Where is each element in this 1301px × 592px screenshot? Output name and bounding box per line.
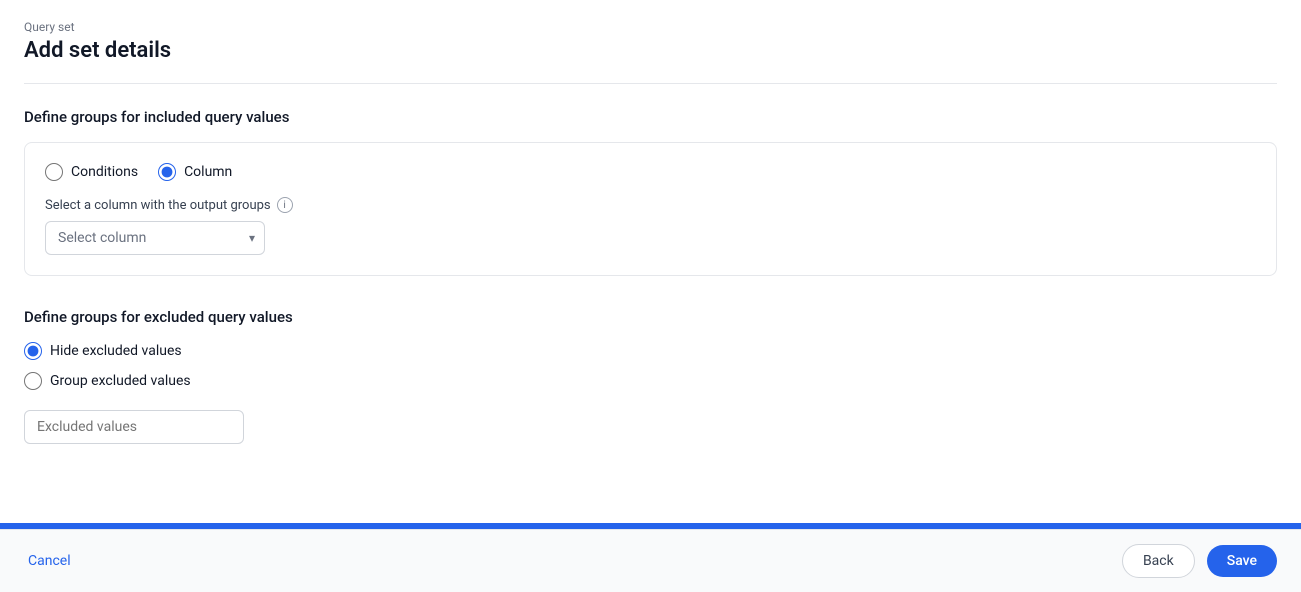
group-excluded-label: Group excluded values — [50, 373, 191, 389]
conditions-label: Conditions — [71, 164, 138, 180]
footer-right: Back Save — [1122, 544, 1277, 578]
conditions-radio-item[interactable]: Conditions — [45, 163, 138, 181]
footer: Cancel Back Save — [0, 529, 1301, 592]
breadcrumb: Query set — [24, 20, 1277, 34]
back-button[interactable]: Back — [1122, 544, 1195, 578]
column-field-label: Select a column with the output groups i — [45, 197, 1256, 213]
group-excluded-radio[interactable] — [24, 372, 42, 390]
hide-excluded-radio-row[interactable]: Hide excluded values — [24, 342, 1277, 360]
group-excluded-radio-row[interactable]: Group excluded values — [24, 372, 1277, 390]
column-select-wrapper: Select column ▾ — [45, 221, 265, 255]
column-radio-item[interactable]: Column — [158, 163, 232, 181]
excluded-section: Define groups for excluded query values … — [24, 308, 1277, 444]
included-section: Define groups for included query values … — [24, 108, 1277, 276]
main-content: Query set Add set details Define groups … — [0, 0, 1301, 523]
divider — [24, 83, 1277, 84]
excluded-section-title: Define groups for excluded query values — [24, 308, 1277, 326]
column-radio[interactable] — [158, 163, 176, 181]
conditions-radio[interactable] — [45, 163, 63, 181]
save-button[interactable]: Save — [1207, 545, 1277, 577]
cancel-button[interactable]: Cancel — [24, 545, 75, 577]
included-card: Conditions Column Select a column with t… — [24, 142, 1277, 276]
info-icon[interactable]: i — [277, 197, 293, 213]
column-label: Column — [184, 164, 232, 180]
hide-excluded-label: Hide excluded values — [50, 343, 182, 359]
hide-excluded-radio[interactable] — [24, 342, 42, 360]
column-select[interactable]: Select column — [45, 221, 265, 255]
included-section-title: Define groups for included query values — [24, 108, 1277, 126]
page-title: Add set details — [24, 38, 1277, 63]
included-radio-group: Conditions Column — [45, 163, 1256, 181]
excluded-values-input[interactable] — [24, 410, 244, 444]
